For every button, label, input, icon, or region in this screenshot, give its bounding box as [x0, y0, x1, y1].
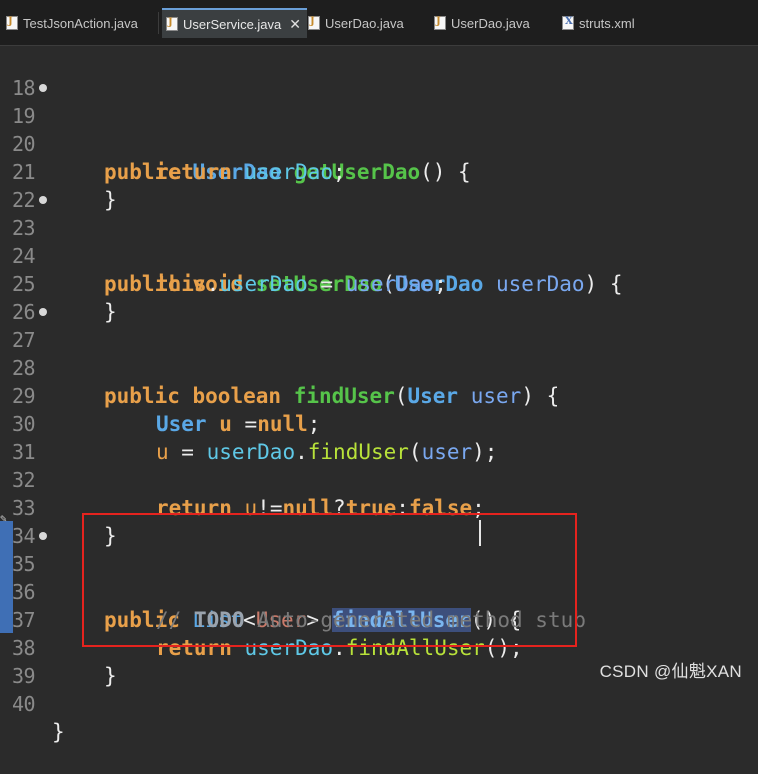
tab-testjsonaction[interactable]: J TestJsonAction.java	[6, 8, 138, 38]
editor-tab-bar: J TestJsonAction.java J UserService.java…	[0, 0, 758, 46]
line-number: 40	[12, 692, 36, 716]
code-line: 23 public void setUserDao(UserDao userDa…	[0, 186, 758, 296]
code-line: 26	[0, 270, 758, 324]
fold-toggle-icon[interactable]	[39, 308, 47, 316]
code-line: 30 u = userDao.findUser(user);	[0, 382, 758, 464]
highlight-annotation-box	[82, 513, 577, 647]
code-line: 32 return u!=null?true:false;	[0, 438, 758, 520]
tab-struts-xml[interactable]: X struts.xml	[562, 8, 635, 38]
tab-label: struts.xml	[579, 15, 635, 31]
java-file-icon: J	[308, 16, 320, 30]
code-line: 27 public boolean findUser(User user) {	[0, 298, 758, 408]
tab-label: UserDao.java	[325, 15, 404, 31]
java-file-icon: J	[166, 17, 178, 31]
java-file-icon: J	[6, 16, 18, 30]
code-line: 28	[0, 326, 758, 380]
tab-userservice[interactable]: J UserService.java ✕	[162, 8, 307, 38]
tab-divider	[158, 12, 159, 34]
code-line: 18	[0, 46, 758, 100]
fold-toggle-icon[interactable]	[39, 196, 47, 204]
fold-toggle-icon[interactable]	[39, 532, 47, 540]
xml-file-icon: X	[562, 16, 574, 30]
tab-userdao-1[interactable]: J UserDao.java	[308, 8, 404, 38]
task-marker-icon[interactable]: ✎	[0, 512, 13, 534]
tab-label: TestJsonAction.java	[23, 15, 138, 31]
code-line: 31	[0, 410, 758, 464]
code-line: 33 }	[0, 466, 758, 548]
watermark: CSDN @仙魁XAN	[599, 662, 742, 681]
code-text: }	[52, 720, 65, 744]
code-line: 22	[0, 158, 758, 212]
tab-label: UserService.java	[183, 16, 282, 32]
java-file-icon: J	[434, 16, 446, 30]
fold-toggle-icon[interactable]	[39, 84, 47, 92]
code-line: 25 }	[0, 242, 758, 324]
code-line: 19 public UserDao getUserDao() {	[0, 74, 758, 184]
tab-label: UserDao.java	[451, 15, 530, 31]
close-icon[interactable]: ✕	[289, 16, 301, 33]
tab-userdao-2[interactable]: J UserDao.java	[434, 8, 530, 38]
code-line: 20 return userDao;	[0, 102, 758, 184]
code-line: 29 User u =null;	[0, 354, 758, 436]
code-line: 21 }	[0, 130, 758, 212]
code-line: 24 this.userDao = userDao;	[0, 214, 758, 296]
